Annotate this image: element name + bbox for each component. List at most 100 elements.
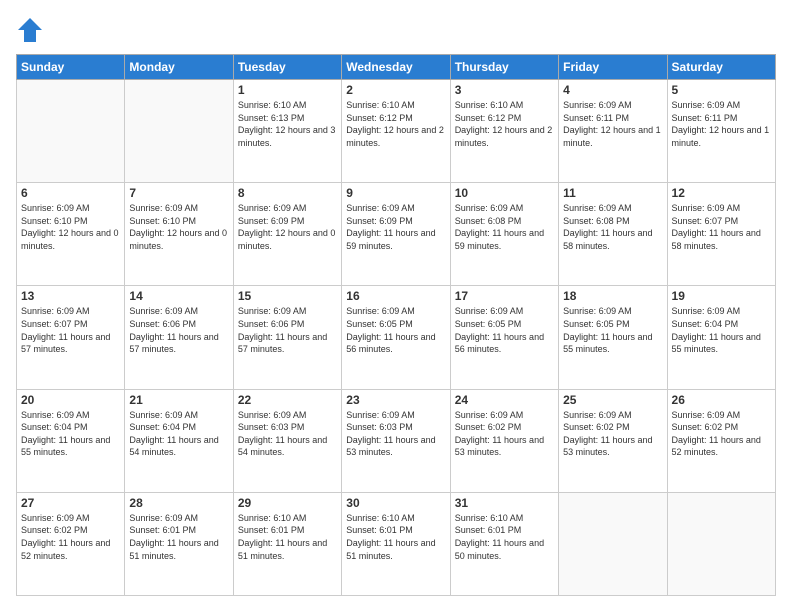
day-info: Sunrise: 6:09 AM Sunset: 6:02 PM Dayligh… bbox=[455, 409, 554, 459]
day-number: 21 bbox=[129, 393, 228, 407]
day-info: Sunrise: 6:10 AM Sunset: 6:01 PM Dayligh… bbox=[238, 512, 337, 562]
day-info: Sunrise: 6:09 AM Sunset: 6:11 PM Dayligh… bbox=[563, 99, 662, 149]
calendar-cell: 12Sunrise: 6:09 AM Sunset: 6:07 PM Dayli… bbox=[667, 183, 775, 286]
day-number: 13 bbox=[21, 289, 120, 303]
calendar-cell: 15Sunrise: 6:09 AM Sunset: 6:06 PM Dayli… bbox=[233, 286, 341, 389]
calendar-cell: 14Sunrise: 6:09 AM Sunset: 6:06 PM Dayli… bbox=[125, 286, 233, 389]
day-info: Sunrise: 6:09 AM Sunset: 6:04 PM Dayligh… bbox=[129, 409, 228, 459]
day-info: Sunrise: 6:09 AM Sunset: 6:07 PM Dayligh… bbox=[21, 305, 120, 355]
calendar-cell: 9Sunrise: 6:09 AM Sunset: 6:09 PM Daylig… bbox=[342, 183, 450, 286]
day-info: Sunrise: 6:10 AM Sunset: 6:12 PM Dayligh… bbox=[346, 99, 445, 149]
day-number: 15 bbox=[238, 289, 337, 303]
calendar-cell: 23 Sunrise: 6:09 AM Sunset: 6:03 PM Dayli… bbox=[342, 389, 450, 492]
weekday-header: Monday bbox=[125, 55, 233, 80]
header bbox=[16, 16, 776, 44]
calendar-cell: 10 Sunrise: 6:09 AM Sunset: 6:08 PM Dayli… bbox=[450, 183, 558, 286]
weekday-header: Tuesday bbox=[233, 55, 341, 80]
calendar-cell: 5 Sunrise: 6:09 AM Sunset: 6:11 PM Daylig… bbox=[667, 80, 775, 183]
day-number: 12 bbox=[672, 186, 771, 200]
day-info: Sunrise: 6:09 AM Sunset: 6:02 PM Dayligh… bbox=[21, 512, 120, 562]
day-number: 3 bbox=[455, 83, 554, 97]
calendar-cell: 8 Sunrise: 6:09 AM Sunset: 6:09 PM Daylig… bbox=[233, 183, 341, 286]
day-info: Sunrise: 6:09 AM Sunset: 6:08 PM Dayligh… bbox=[563, 202, 662, 252]
calendar-header-row: SundayMondayTuesdayWednesdayThursdayFrid… bbox=[17, 55, 776, 80]
day-number: 29 bbox=[238, 496, 337, 510]
calendar-cell: 17 Sunrise: 6:09 AM Sunset: 6:05 PM Dayli… bbox=[450, 286, 558, 389]
calendar-cell: 4 Sunrise: 6:09 AM Sunset: 6:11 PM Daylig… bbox=[559, 80, 667, 183]
day-info: Sunrise: 6:09 AM Sunset: 6:02 PM Dayligh… bbox=[563, 409, 662, 459]
calendar-cell: 19 Sunrise: 6:09 AM Sunset: 6:04 PM Dayli… bbox=[667, 286, 775, 389]
day-number: 5 bbox=[672, 83, 771, 97]
calendar-week-row: 13 Sunrise: 6:09 AM Sunset: 6:07 PM Dayli… bbox=[17, 286, 776, 389]
day-number: 20 bbox=[21, 393, 120, 407]
calendar-cell: 30 Sunrise: 6:10 AM Sunset: 6:01 PM Dayli… bbox=[342, 492, 450, 595]
calendar-cell: 26 Sunrise: 6:09 AM Sunset: 6:02 PM Dayli… bbox=[667, 389, 775, 492]
day-info: Sunrise: 6:09 AM Sunset: 6:01 PM Dayligh… bbox=[129, 512, 228, 562]
calendar-cell bbox=[17, 80, 125, 183]
day-info: Sunrise: 6:10 AM Sunset: 6:01 PM Dayligh… bbox=[455, 512, 554, 562]
day-info: Sunrise: 6:09 AM Sunset: 6:05 PM Dayligh… bbox=[455, 305, 554, 355]
calendar-cell: 27Sunrise: 6:09 AM Sunset: 6:02 PM Dayli… bbox=[17, 492, 125, 595]
day-number: 2 bbox=[346, 83, 445, 97]
day-number: 16 bbox=[346, 289, 445, 303]
day-number: 4 bbox=[563, 83, 662, 97]
day-number: 26 bbox=[672, 393, 771, 407]
calendar-cell: 1 Sunrise: 6:10 AM Sunset: 6:13 PM Daylig… bbox=[233, 80, 341, 183]
day-info: Sunrise: 6:09 AM Sunset: 6:04 PM Dayligh… bbox=[672, 305, 771, 355]
day-number: 14 bbox=[129, 289, 228, 303]
weekday-header: Thursday bbox=[450, 55, 558, 80]
calendar-cell: 29 Sunrise: 6:10 AM Sunset: 6:01 PM Dayli… bbox=[233, 492, 341, 595]
calendar-week-row: 27Sunrise: 6:09 AM Sunset: 6:02 PM Dayli… bbox=[17, 492, 776, 595]
calendar-cell: 6 Sunrise: 6:09 AM Sunset: 6:10 PM Daylig… bbox=[17, 183, 125, 286]
day-info: Sunrise: 6:09 AM Sunset: 6:03 PM Dayligh… bbox=[238, 409, 337, 459]
day-number: 22 bbox=[238, 393, 337, 407]
calendar-cell: 22 Sunrise: 6:09 AM Sunset: 6:03 PM Dayli… bbox=[233, 389, 341, 492]
day-number: 10 bbox=[455, 186, 554, 200]
day-number: 25 bbox=[563, 393, 662, 407]
day-number: 23 bbox=[346, 393, 445, 407]
calendar-cell bbox=[125, 80, 233, 183]
day-number: 28 bbox=[129, 496, 228, 510]
calendar-cell: 16Sunrise: 6:09 AM Sunset: 6:05 PM Dayli… bbox=[342, 286, 450, 389]
calendar-week-row: 20 Sunrise: 6:09 AM Sunset: 6:04 PM Dayli… bbox=[17, 389, 776, 492]
day-info: Sunrise: 6:09 AM Sunset: 6:05 PM Dayligh… bbox=[563, 305, 662, 355]
day-number: 17 bbox=[455, 289, 554, 303]
calendar-cell: 24 Sunrise: 6:09 AM Sunset: 6:02 PM Dayli… bbox=[450, 389, 558, 492]
day-info: Sunrise: 6:10 AM Sunset: 6:01 PM Dayligh… bbox=[346, 512, 445, 562]
day-number: 8 bbox=[238, 186, 337, 200]
day-number: 19 bbox=[672, 289, 771, 303]
calendar-cell: 2 Sunrise: 6:10 AM Sunset: 6:12 PM Daylig… bbox=[342, 80, 450, 183]
day-info: Sunrise: 6:09 AM Sunset: 6:09 PM Dayligh… bbox=[238, 202, 337, 252]
day-number: 30 bbox=[346, 496, 445, 510]
weekday-header: Saturday bbox=[667, 55, 775, 80]
day-info: Sunrise: 6:09 AM Sunset: 6:03 PM Dayligh… bbox=[346, 409, 445, 459]
weekday-header: Friday bbox=[559, 55, 667, 80]
calendar-week-row: 6 Sunrise: 6:09 AM Sunset: 6:10 PM Daylig… bbox=[17, 183, 776, 286]
calendar-cell: 25 Sunrise: 6:09 AM Sunset: 6:02 PM Dayli… bbox=[559, 389, 667, 492]
calendar-cell: 13 Sunrise: 6:09 AM Sunset: 6:07 PM Dayli… bbox=[17, 286, 125, 389]
logo bbox=[16, 16, 48, 44]
day-info: Sunrise: 6:09 AM Sunset: 6:02 PM Dayligh… bbox=[672, 409, 771, 459]
calendar-cell: 28 Sunrise: 6:09 AM Sunset: 6:01 PM Dayli… bbox=[125, 492, 233, 595]
calendar-week-row: 1 Sunrise: 6:10 AM Sunset: 6:13 PM Daylig… bbox=[17, 80, 776, 183]
day-info: Sunrise: 6:09 AM Sunset: 6:11 PM Dayligh… bbox=[672, 99, 771, 149]
day-number: 24 bbox=[455, 393, 554, 407]
weekday-header: Wednesday bbox=[342, 55, 450, 80]
day-number: 7 bbox=[129, 186, 228, 200]
day-info: Sunrise: 6:09 AM Sunset: 6:08 PM Dayligh… bbox=[455, 202, 554, 252]
day-info: Sunrise: 6:09 AM Sunset: 6:10 PM Dayligh… bbox=[21, 202, 120, 252]
logo-icon bbox=[16, 16, 44, 44]
calendar-cell: 31 Sunrise: 6:10 AM Sunset: 6:01 PM Dayli… bbox=[450, 492, 558, 595]
day-info: Sunrise: 6:10 AM Sunset: 6:12 PM Dayligh… bbox=[455, 99, 554, 149]
day-number: 31 bbox=[455, 496, 554, 510]
day-number: 18 bbox=[563, 289, 662, 303]
calendar-cell: 11Sunrise: 6:09 AM Sunset: 6:08 PM Dayli… bbox=[559, 183, 667, 286]
day-number: 1 bbox=[238, 83, 337, 97]
calendar-cell: 7 Sunrise: 6:09 AM Sunset: 6:10 PM Daylig… bbox=[125, 183, 233, 286]
day-number: 6 bbox=[21, 186, 120, 200]
day-info: Sunrise: 6:09 AM Sunset: 6:09 PM Dayligh… bbox=[346, 202, 445, 252]
day-info: Sunrise: 6:09 AM Sunset: 6:10 PM Dayligh… bbox=[129, 202, 228, 252]
calendar-table: SundayMondayTuesdayWednesdayThursdayFrid… bbox=[16, 54, 776, 596]
day-info: Sunrise: 6:10 AM Sunset: 6:13 PM Dayligh… bbox=[238, 99, 337, 149]
calendar-cell bbox=[667, 492, 775, 595]
